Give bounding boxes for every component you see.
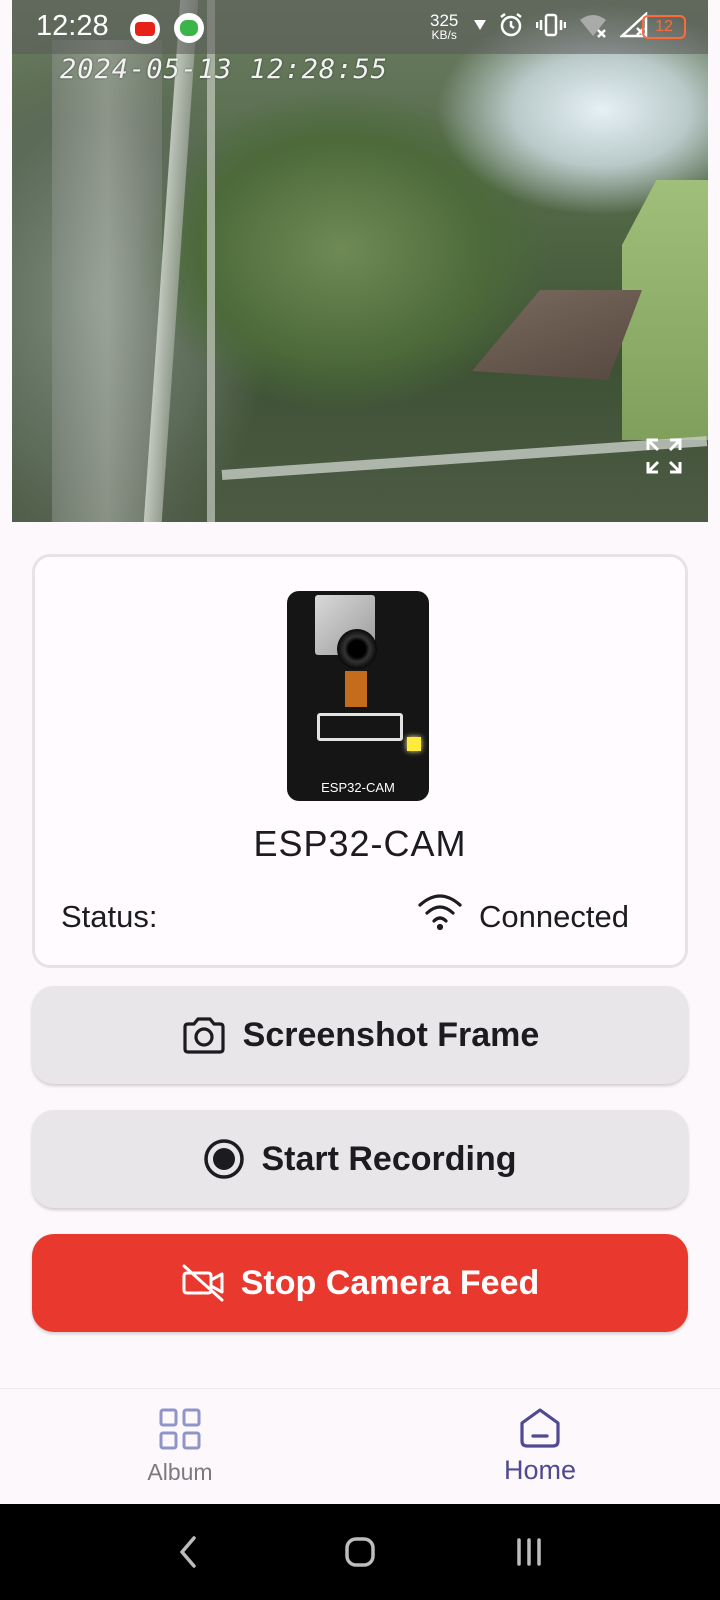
- screenshot-frame-button[interactable]: Screenshot Frame: [32, 986, 688, 1084]
- stop-camera-feed-label: Stop Camera Feed: [240, 1263, 540, 1302]
- feed-tree-trunk: [52, 40, 162, 522]
- bottom-navigation: Album Home: [0, 1388, 720, 1504]
- feed-roof: [472, 290, 642, 380]
- nav-home-label: Home: [503, 1455, 577, 1485]
- board-flash-led: [407, 737, 421, 751]
- esp32-cam-board-image: ESP32-CAM: [287, 591, 429, 801]
- camera-icon: [183, 1017, 225, 1054]
- status-label: Status:: [61, 899, 158, 934]
- start-recording-label: Start Recording: [261, 1139, 517, 1178]
- battery-indicator: 12: [642, 15, 686, 39]
- network-speed: 325 KB/s: [430, 12, 458, 43]
- board-label: ESP32-CAM: [321, 780, 395, 795]
- network-speed-unit: KB/s: [431, 28, 457, 42]
- stop-camera-feed-button[interactable]: Stop Camera Feed: [32, 1234, 688, 1332]
- home-icon: [520, 1408, 560, 1448]
- connection-status: Connected: [479, 899, 629, 934]
- device-name: ESP32-CAM: [253, 823, 467, 864]
- camera-feed[interactable]: 2024-05-13 12:28:55: [12, 0, 708, 522]
- nav-item-home[interactable]: Home: [440, 1389, 640, 1505]
- videocam-off-icon: [182, 1264, 224, 1302]
- app-notification-icon: [174, 13, 204, 43]
- status-time: 12:28: [36, 10, 109, 42]
- device-card: ESP32-CAM ESP32-CAM Status: Connected: [32, 554, 688, 968]
- start-recording-button[interactable]: Start Recording: [32, 1110, 688, 1208]
- status-icons: [474, 12, 648, 38]
- record-icon: [204, 1139, 245, 1179]
- board-ribbon: [345, 671, 367, 707]
- board-connector: [317, 713, 403, 741]
- back-icon[interactable]: [176, 1534, 200, 1570]
- fullscreen-icon[interactable]: [644, 436, 684, 476]
- board-camera-lens: [337, 629, 377, 669]
- grid-icon: [159, 1408, 201, 1450]
- wifi-off-icon: [580, 15, 606, 38]
- system-navigation-bar: [0, 1504, 720, 1600]
- feed-fence: [221, 436, 708, 480]
- wifi-icon: [418, 894, 462, 931]
- nav-item-album[interactable]: Album: [80, 1389, 280, 1505]
- feed-timestamp: 2024-05-13 12:28:55: [60, 54, 388, 85]
- home-button-icon[interactable]: [342, 1534, 378, 1570]
- recents-icon[interactable]: [514, 1536, 544, 1568]
- screenshot-frame-label: Screenshot Frame: [242, 1015, 540, 1054]
- alarm-icon: [500, 13, 522, 37]
- youtube-notification-icon: [130, 14, 160, 44]
- data-arrow-icon: [474, 20, 486, 30]
- feed-house: [622, 180, 708, 440]
- vibrate-icon: [536, 13, 566, 37]
- status-bar: 12:28 325 KB/s 12: [12, 0, 708, 54]
- nav-album-label: Album: [147, 1459, 213, 1485]
